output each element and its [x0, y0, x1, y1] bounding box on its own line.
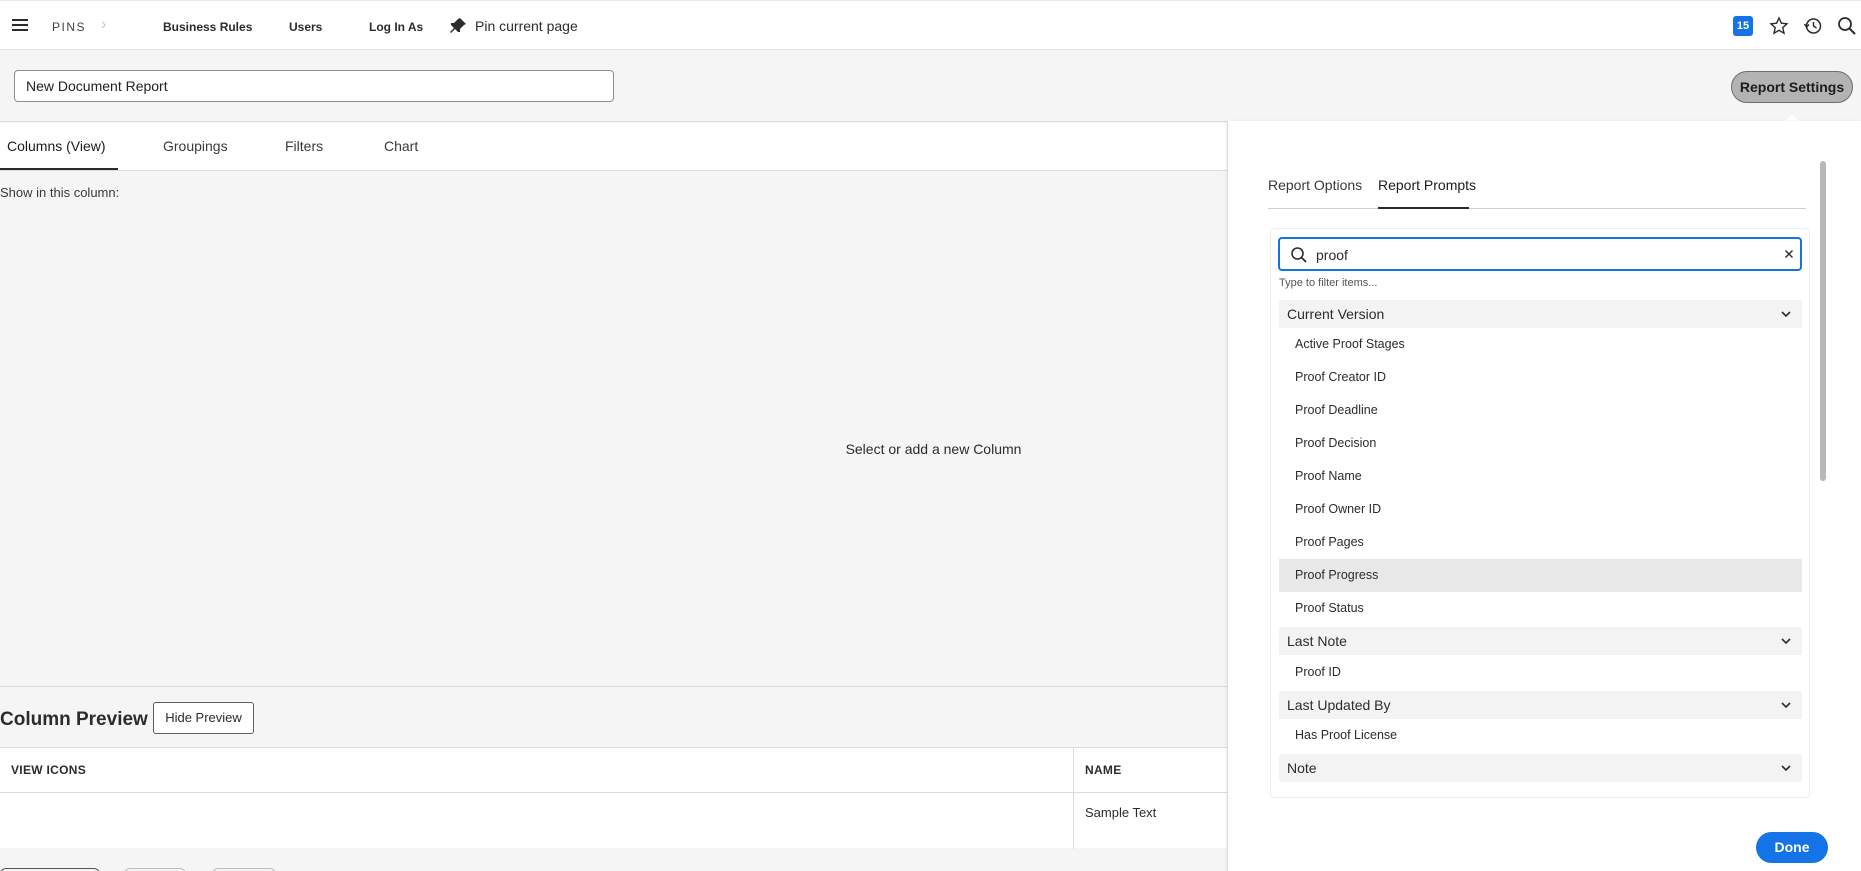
list-item[interactable]: Proof Decision [1279, 427, 1802, 460]
list-item-highlighted[interactable]: Proof Progress [1279, 559, 1802, 592]
list-item[interactable]: Proof Deadline [1279, 394, 1802, 427]
report-settings-panel: Report Options Report Prompts proof Type… [1227, 121, 1861, 871]
chevron-right-icon: › [101, 16, 107, 33]
nav-link-log-in-as[interactable]: Log In As [369, 20, 423, 34]
report-name-row: Report Settings [0, 51, 1861, 122]
search-icon [1291, 247, 1307, 263]
group-label: Last Note [1287, 633, 1347, 649]
filter-hint: Type to filter items... [1279, 277, 1378, 289]
list-item[interactable]: Proof Creator ID [1279, 361, 1802, 394]
hide-preview-button[interactable]: Hide Preview [153, 702, 254, 734]
list-item[interactable]: Proof Name [1279, 460, 1802, 493]
tab-chart[interactable]: Chart [384, 138, 418, 154]
report-settings-button[interactable]: Report Settings [1731, 71, 1853, 103]
sample-text-cell: Sample Text [1085, 805, 1157, 820]
group-last-note[interactable]: Last Note [1279, 627, 1802, 655]
chevron-down-icon [1781, 765, 1791, 772]
report-name-input[interactable] [14, 70, 614, 102]
tab-report-prompts[interactable]: Report Prompts [1378, 177, 1476, 193]
pin-current-page-button[interactable]: Pin current page [449, 17, 578, 35]
chevron-down-icon [1781, 311, 1791, 318]
brand-label[interactable]: PINS [52, 20, 86, 34]
report-tabs: Columns (View) Groupings Filters Chart [0, 123, 1227, 171]
preview-table: VIEW ICONS NAME Sample Text [0, 747, 1227, 849]
nav-link-business-rules[interactable]: Business Rules [163, 20, 252, 34]
list-item[interactable]: Proof Pages [1279, 526, 1802, 559]
star-icon[interactable] [1769, 16, 1789, 36]
chevron-down-icon [1781, 702, 1791, 709]
list-item[interactable]: Proof ID [1279, 656, 1802, 689]
column-preview-section: Column Preview Hide Preview VIEW ICONS N… [0, 686, 1227, 871]
done-button[interactable]: Done [1756, 832, 1828, 863]
tab-report-options[interactable]: Report Options [1268, 177, 1362, 193]
group-current-version[interactable]: Current Version [1279, 300, 1802, 328]
close-icon[interactable] [1781, 246, 1797, 262]
chevron-down-icon [1781, 638, 1791, 645]
list-item[interactable]: Active Proof Stages [1279, 328, 1802, 361]
menu-icon[interactable] [12, 19, 28, 33]
filter-search-box[interactable]: proof [1278, 237, 1802, 271]
column-editor: Show in this column: Select or add a new… [0, 171, 1227, 686]
list-item[interactable]: Proof Owner ID [1279, 493, 1802, 526]
column-preview-title: Column Preview [0, 709, 148, 730]
list-item[interactable]: Proof Status [1279, 592, 1802, 625]
group-last-updated-by[interactable]: Last Updated By [1279, 691, 1802, 719]
scrollbar-thumb[interactable] [1820, 161, 1826, 481]
tab-groupings[interactable]: Groupings [163, 138, 228, 154]
group-note[interactable]: Note [1279, 754, 1802, 782]
field-picker: proof Type to filter items... Current Ve… [1270, 228, 1810, 798]
pin-label: Pin current page [475, 18, 578, 34]
column-header-view-icons[interactable]: VIEW ICONS [0, 748, 1073, 793]
group-label: Note [1287, 760, 1317, 776]
column-divider [1073, 748, 1074, 849]
history-icon[interactable] [1803, 16, 1823, 36]
group-label: Current Version [1287, 306, 1385, 322]
active-tab-indicator [0, 168, 118, 170]
column-header-name[interactable]: NAME [1073, 748, 1227, 793]
top-nav-bar: PINS › Business Rules Users Log In As Pi… [0, 0, 1861, 50]
tab-filters[interactable]: Filters [285, 138, 323, 154]
nav-link-users[interactable]: Users [289, 20, 322, 34]
search-icon[interactable] [1837, 16, 1857, 36]
active-panel-tab-indicator [1378, 207, 1469, 209]
tab-columns-view[interactable]: Columns (View) [7, 138, 106, 154]
list-item[interactable]: Has Proof License [1279, 719, 1802, 752]
pin-icon [450, 18, 466, 33]
search-input[interactable]: proof [1316, 247, 1348, 263]
panel-tab-divider [1268, 208, 1806, 209]
notification-badge[interactable]: 15 [1733, 16, 1753, 36]
group-label: Last Updated By [1287, 697, 1391, 713]
show-in-column-label: Show in this column: [0, 185, 120, 200]
